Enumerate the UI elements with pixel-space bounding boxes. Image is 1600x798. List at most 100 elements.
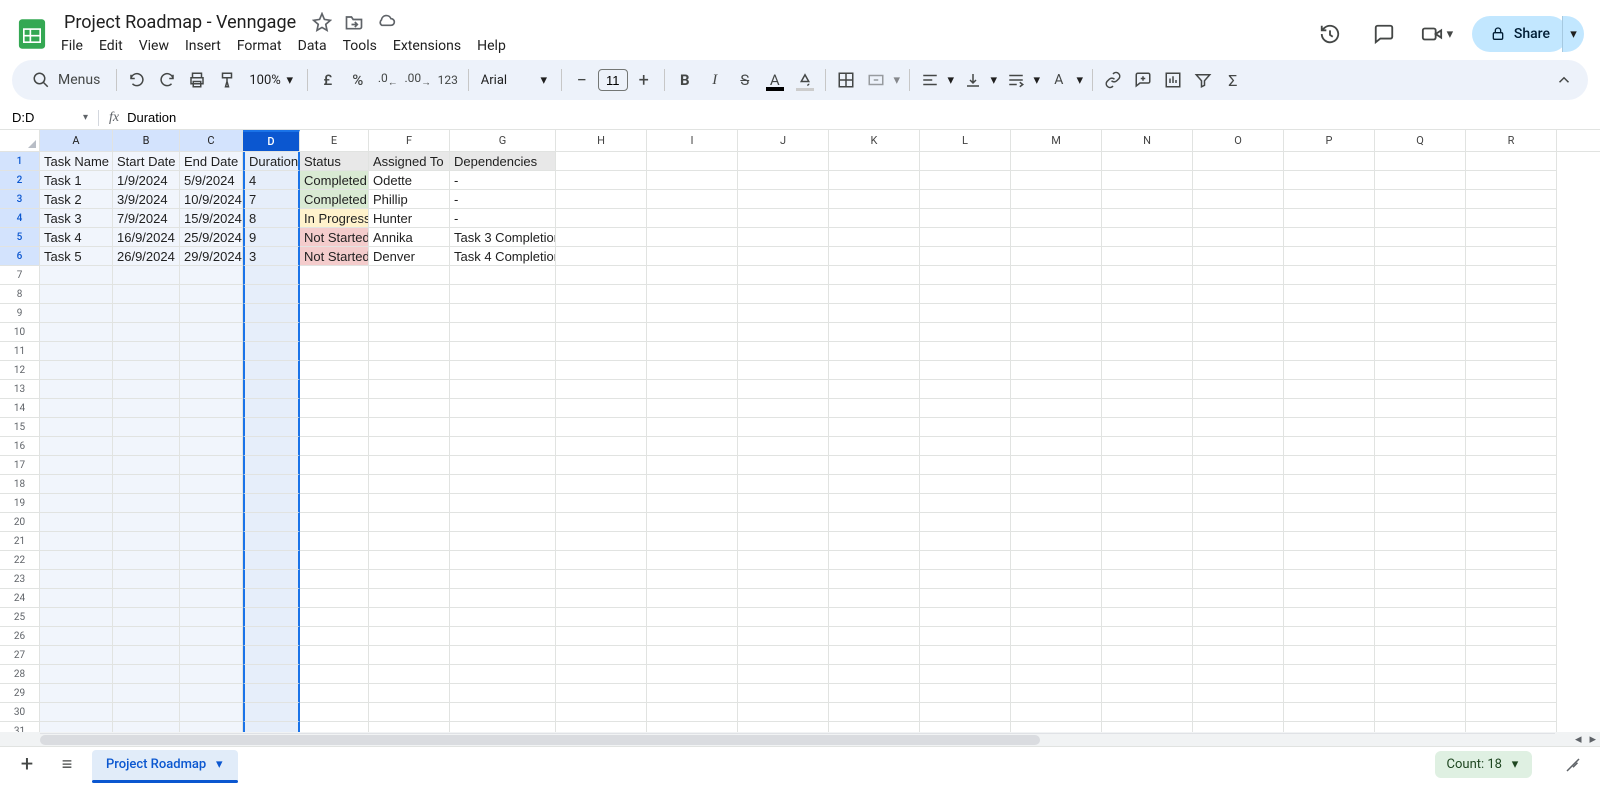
cell-K25[interactable] bbox=[829, 608, 920, 627]
cell-M7[interactable] bbox=[1011, 266, 1102, 285]
cell-H11[interactable] bbox=[556, 342, 647, 361]
cell-E29[interactable] bbox=[300, 684, 369, 703]
cell-O20[interactable] bbox=[1193, 513, 1284, 532]
cell-R23[interactable] bbox=[1466, 570, 1557, 589]
cell-J4[interactable] bbox=[738, 209, 829, 228]
cell-C17[interactable] bbox=[180, 456, 243, 475]
column-header-A[interactable]: A bbox=[40, 130, 113, 151]
cell-J20[interactable] bbox=[738, 513, 829, 532]
row-header-21[interactable]: 21 bbox=[0, 532, 40, 551]
cell-G28[interactable] bbox=[450, 665, 556, 684]
cell-C10[interactable] bbox=[180, 323, 243, 342]
cell-J23[interactable] bbox=[738, 570, 829, 589]
cell-B31[interactable] bbox=[113, 722, 180, 732]
cell-H3[interactable] bbox=[556, 190, 647, 209]
cell-N4[interactable] bbox=[1102, 209, 1193, 228]
column-header-B[interactable]: B bbox=[113, 130, 180, 151]
cell-G30[interactable] bbox=[450, 703, 556, 722]
cell-Q28[interactable] bbox=[1375, 665, 1466, 684]
cell-N13[interactable] bbox=[1102, 380, 1193, 399]
doc-title[interactable]: Project Roadmap - Venngage bbox=[58, 10, 302, 35]
cell-A14[interactable] bbox=[40, 399, 113, 418]
cell-P4[interactable] bbox=[1284, 209, 1375, 228]
cell-L16[interactable] bbox=[920, 437, 1011, 456]
cell-G10[interactable] bbox=[450, 323, 556, 342]
cell-J15[interactable] bbox=[738, 418, 829, 437]
cell-G17[interactable] bbox=[450, 456, 556, 475]
cell-L13[interactable] bbox=[920, 380, 1011, 399]
cell-O9[interactable] bbox=[1193, 304, 1284, 323]
cell-N15[interactable] bbox=[1102, 418, 1193, 437]
cell-B21[interactable] bbox=[113, 532, 180, 551]
zoom-dropdown[interactable]: 100% ▾ bbox=[243, 73, 300, 88]
cell-C6[interactable]: 29/9/2024 bbox=[180, 247, 243, 266]
cell-B10[interactable] bbox=[113, 323, 180, 342]
cell-R19[interactable] bbox=[1466, 494, 1557, 513]
cell-I8[interactable] bbox=[647, 285, 738, 304]
row-header-9[interactable]: 9 bbox=[0, 304, 40, 323]
cell-N2[interactable] bbox=[1102, 171, 1193, 190]
cell-D28[interactable] bbox=[243, 665, 300, 684]
cell-Q14[interactable] bbox=[1375, 399, 1466, 418]
menu-data[interactable]: Data bbox=[291, 34, 334, 58]
cell-G4[interactable]: - bbox=[450, 209, 556, 228]
bold-button[interactable]: B bbox=[671, 66, 699, 94]
menu-format[interactable]: Format bbox=[230, 34, 289, 58]
cell-N28[interactable] bbox=[1102, 665, 1193, 684]
cell-M17[interactable] bbox=[1011, 456, 1102, 475]
cell-F22[interactable] bbox=[369, 551, 450, 570]
row-header-15[interactable]: 15 bbox=[0, 418, 40, 437]
cell-G21[interactable] bbox=[450, 532, 556, 551]
currency-pound-button[interactable]: £ bbox=[314, 66, 342, 94]
cell-G27[interactable] bbox=[450, 646, 556, 665]
cell-P25[interactable] bbox=[1284, 608, 1375, 627]
cell-P15[interactable] bbox=[1284, 418, 1375, 437]
cell-L27[interactable] bbox=[920, 646, 1011, 665]
cell-R2[interactable] bbox=[1466, 171, 1557, 190]
cell-A13[interactable] bbox=[40, 380, 113, 399]
selection-summary-chip[interactable]: Count: 18 ▾ bbox=[1435, 751, 1532, 778]
row-header-16[interactable]: 16 bbox=[0, 437, 40, 456]
cell-C14[interactable] bbox=[180, 399, 243, 418]
cell-N7[interactable] bbox=[1102, 266, 1193, 285]
cell-C13[interactable] bbox=[180, 380, 243, 399]
cell-K14[interactable] bbox=[829, 399, 920, 418]
sheet-tab-active[interactable]: Project Roadmap ▾ bbox=[92, 750, 238, 780]
cell-B30[interactable] bbox=[113, 703, 180, 722]
vertical-align-button[interactable]: ▾ bbox=[959, 66, 1000, 94]
cell-I6[interactable] bbox=[647, 247, 738, 266]
cell-A11[interactable] bbox=[40, 342, 113, 361]
cell-O3[interactable] bbox=[1193, 190, 1284, 209]
cell-R4[interactable] bbox=[1466, 209, 1557, 228]
cell-J19[interactable] bbox=[738, 494, 829, 513]
cell-J3[interactable] bbox=[738, 190, 829, 209]
cell-D17[interactable] bbox=[243, 456, 300, 475]
cell-M22[interactable] bbox=[1011, 551, 1102, 570]
cell-M20[interactable] bbox=[1011, 513, 1102, 532]
cell-C12[interactable] bbox=[180, 361, 243, 380]
borders-button[interactable] bbox=[832, 66, 860, 94]
cell-G22[interactable] bbox=[450, 551, 556, 570]
cell-K5[interactable] bbox=[829, 228, 920, 247]
cell-B16[interactable] bbox=[113, 437, 180, 456]
column-header-H[interactable]: H bbox=[556, 130, 647, 151]
cell-P18[interactable] bbox=[1284, 475, 1375, 494]
cell-P21[interactable] bbox=[1284, 532, 1375, 551]
cell-I27[interactable] bbox=[647, 646, 738, 665]
cell-R31[interactable] bbox=[1466, 722, 1557, 732]
cell-P5[interactable] bbox=[1284, 228, 1375, 247]
cell-H10[interactable] bbox=[556, 323, 647, 342]
cell-H21[interactable] bbox=[556, 532, 647, 551]
cell-N6[interactable] bbox=[1102, 247, 1193, 266]
cell-C9[interactable] bbox=[180, 304, 243, 323]
cell-A5[interactable]: Task 4 bbox=[40, 228, 113, 247]
cell-M26[interactable] bbox=[1011, 627, 1102, 646]
cell-B17[interactable] bbox=[113, 456, 180, 475]
cell-G20[interactable] bbox=[450, 513, 556, 532]
row-header-1[interactable]: 1 bbox=[0, 152, 40, 171]
menu-help[interactable]: Help bbox=[470, 34, 513, 58]
cell-M28[interactable] bbox=[1011, 665, 1102, 684]
cell-C16[interactable] bbox=[180, 437, 243, 456]
cell-N21[interactable] bbox=[1102, 532, 1193, 551]
cell-Q24[interactable] bbox=[1375, 589, 1466, 608]
